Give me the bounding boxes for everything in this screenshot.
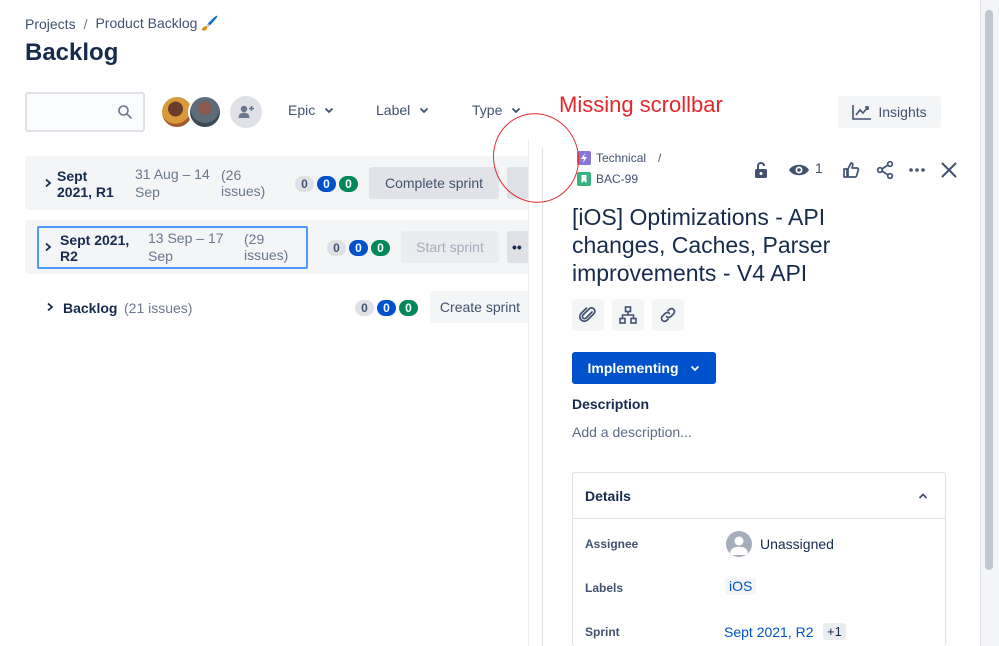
chevron-down-icon: [690, 365, 699, 372]
search-box: [25, 92, 145, 132]
child-issue-button[interactable]: [612, 299, 644, 331]
paperclip-icon: [578, 307, 596, 323]
link-icon: [660, 307, 676, 323]
label-filter-label: Label: [376, 102, 411, 118]
in-progress-count-badge: 0: [349, 240, 368, 256]
close-icon[interactable]: [939, 160, 959, 180]
watcher-count: 1: [815, 160, 823, 176]
insights-label: Insights: [878, 104, 927, 120]
sprint-value-link[interactable]: Sept 2021, R2: [724, 624, 814, 640]
sprint-focus-ring: [37, 226, 308, 269]
hierarchy-icon: [619, 306, 637, 324]
share-icon[interactable]: [875, 160, 895, 180]
insights-button[interactable]: Insights: [838, 96, 941, 128]
avatar-group: [160, 95, 262, 129]
done-count-badge: 0: [339, 176, 358, 192]
todo-count-badge: 0: [295, 176, 314, 192]
backlog-name: Backlog: [63, 300, 118, 316]
issue-status-counts: 0 0 0: [355, 300, 418, 316]
panel-scroll-edge: [542, 148, 543, 646]
complete-sprint-button[interactable]: Complete sprint: [369, 167, 499, 199]
chart-line-icon: [852, 105, 872, 120]
breadcrumb-projects-link[interactable]: Projects: [25, 16, 76, 32]
story-icon: [577, 172, 591, 186]
add-people-button[interactable]: [230, 96, 262, 128]
description-input[interactable]: Add a description...: [572, 424, 692, 440]
eye-icon[interactable]: [787, 160, 811, 180]
unassigned-avatar-icon: [726, 531, 752, 557]
issue-status-counts: 0 0 0: [327, 240, 390, 256]
status-dropdown-button[interactable]: Implementing: [572, 352, 716, 384]
sprint-label: Sprint: [585, 625, 620, 639]
breadcrumb: Projects / Product Backlog 🖌️: [25, 15, 219, 32]
link-issue-button[interactable]: [652, 299, 684, 331]
details-card: Details Assignee Unassigned Labels iOS S…: [572, 472, 946, 646]
sprint-issue-count: (26 issues): [221, 167, 266, 199]
unlock-icon[interactable]: [751, 160, 771, 180]
search-input[interactable]: [27, 94, 115, 130]
page-title: Backlog: [25, 39, 119, 66]
type-filter-label: Type: [472, 102, 503, 118]
breadcrumb-separator: /: [83, 15, 88, 32]
in-progress-count-badge: 0: [377, 300, 396, 316]
start-sprint-button[interactable]: Start sprint: [401, 231, 499, 263]
issue-title[interactable]: [iOS] Optimizations - API changes, Cache…: [572, 203, 872, 287]
attach-button[interactable]: [572, 299, 604, 331]
assignee-label: Assignee: [585, 537, 639, 551]
thumbs-up-icon[interactable]: [841, 160, 861, 180]
chevron-down-icon: [512, 107, 521, 114]
todo-count-badge: 0: [327, 240, 346, 256]
breadcrumb-project-link[interactable]: Product Backlog 🖌️: [95, 15, 218, 32]
create-sprint-button[interactable]: Create sprint: [430, 291, 530, 323]
label-chip-ios[interactable]: iOS: [725, 577, 757, 595]
sprint-name: Sept 2021, R1: [57, 168, 114, 200]
search-icon: [118, 105, 132, 119]
label-filter[interactable]: Label: [376, 102, 430, 118]
issue-key-link[interactable]: BAC-99: [596, 172, 638, 186]
sprint-more-button[interactable]: ••: [507, 231, 530, 263]
parent-issue-link[interactable]: Technical: [596, 151, 646, 165]
chevron-down-icon: [325, 107, 334, 114]
epic-filter-label: Epic: [288, 102, 316, 118]
more-icon[interactable]: [907, 160, 927, 180]
type-filter[interactable]: Type: [472, 102, 522, 118]
backlog-issue-count: (21 issues): [124, 300, 193, 316]
assignee-value[interactable]: Unassigned: [760, 536, 834, 552]
todo-count-badge: 0: [355, 300, 374, 316]
labels-label: Labels: [585, 581, 624, 595]
sprint-row[interactable]: Sept 2021, R1 31 Aug – 14 Sep (26 issues…: [25, 156, 530, 210]
chevron-right-icon[interactable]: [43, 178, 53, 188]
details-title: Details: [585, 488, 631, 504]
backlog-row[interactable]: Backlog (21 issues) 0 0 0 Create sprint: [25, 288, 530, 326]
issue-status-counts: 0 0 0: [295, 176, 358, 192]
done-count-badge: 0: [399, 300, 418, 316]
epic-filter[interactable]: Epic: [288, 102, 335, 118]
done-count-badge: 0: [371, 240, 390, 256]
in-progress-count-badge: 0: [317, 176, 336, 192]
description-label: Description: [572, 396, 650, 412]
chevron-down-icon: [420, 107, 429, 114]
avatar[interactable]: [188, 95, 222, 129]
panel-divider[interactable]: [528, 140, 529, 646]
chevron-up-icon[interactable]: [917, 490, 929, 502]
details-header[interactable]: Details: [573, 473, 945, 519]
add-person-icon: [238, 105, 254, 118]
status-label: Implementing: [587, 360, 679, 376]
window-scrollbar-thumb[interactable]: [985, 10, 993, 570]
sprint-dates: 31 Aug – 14 Sep: [135, 166, 210, 200]
sprint-extra-badge[interactable]: +1: [823, 623, 846, 640]
issue-breadcrumb-separator: /: [658, 151, 662, 165]
annotation-text: Missing scrollbar: [559, 92, 723, 117]
chevron-right-icon[interactable]: [45, 302, 55, 312]
